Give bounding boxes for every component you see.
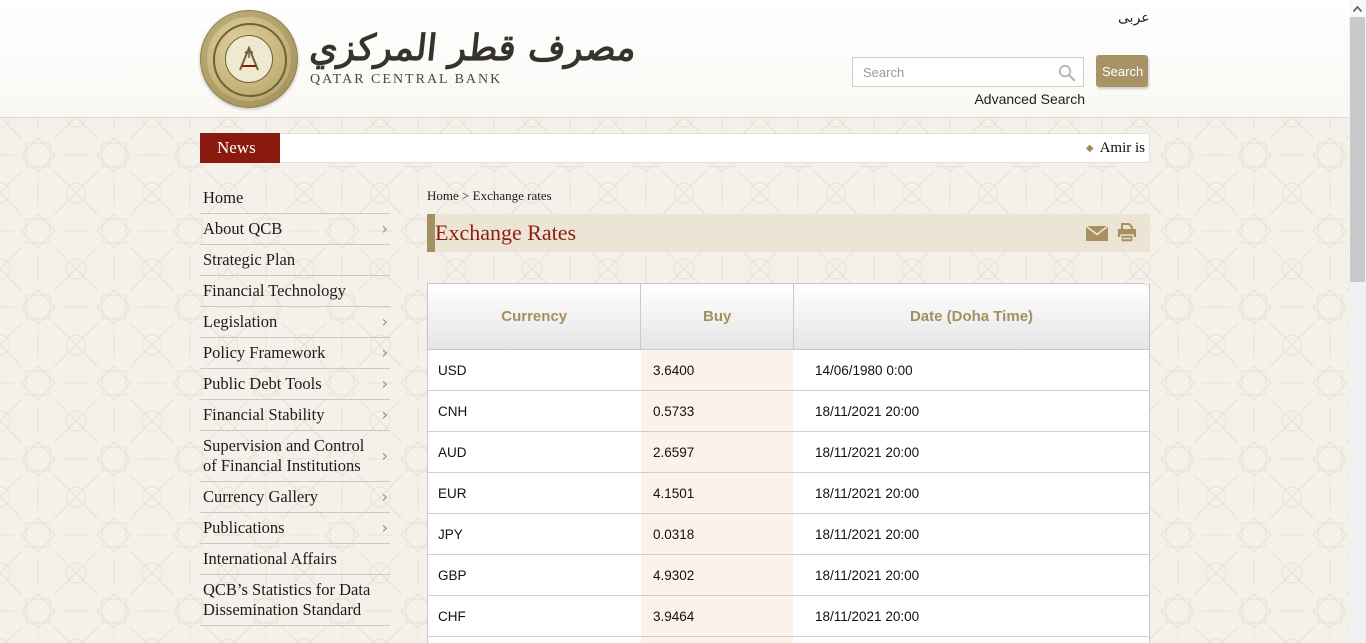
- sidebar-item-public-debt-tools[interactable]: Public Debt Tools ›: [200, 369, 390, 400]
- email-icon[interactable]: [1085, 225, 1109, 242]
- sidebar-item-financial-stability[interactable]: Financial Stability ›: [200, 400, 390, 431]
- news-ticker-item[interactable]: Amir is: [1100, 140, 1145, 157]
- column-header-buy: Buy: [640, 284, 793, 349]
- qcb-seal-icon: [200, 10, 298, 108]
- column-header-date: Date (Doha Time): [793, 284, 1149, 349]
- breadcrumb-home[interactable]: Home: [427, 188, 459, 203]
- site-header: مصرف قطر المركزي QATAR CENTRAL BANK عربى…: [0, 0, 1366, 118]
- bank-name-english: QATAR CENTRAL BANK: [310, 72, 636, 88]
- table-row: GBP 4.9302 18/11/2021 20:00: [428, 555, 1149, 596]
- news-ticker: ◆ Amir is: [280, 133, 1150, 163]
- sidebar-item-supervision[interactable]: Supervision and Control of Financial Ins…: [200, 431, 390, 482]
- search-button[interactable]: Search: [1096, 55, 1148, 87]
- table-row: CNH 0.5733 18/11/2021 20:00: [428, 391, 1149, 432]
- bank-name-arabic: مصرف قطر المركزي: [308, 28, 638, 68]
- chevron-right-icon: ›: [382, 343, 388, 363]
- sidebar-item-home[interactable]: Home: [200, 183, 390, 214]
- qcb-logo[interactable]: مصرف قطر المركزي QATAR CENTRAL BANK: [200, 10, 636, 108]
- chevron-right-icon: ›: [382, 312, 388, 332]
- chevron-right-icon: ›: [382, 446, 388, 466]
- emblem-icon: [236, 44, 262, 74]
- chevron-right-icon: ›: [382, 219, 388, 239]
- breadcrumb-separator: >: [462, 188, 469, 203]
- chevron-right-icon: ›: [382, 374, 388, 394]
- chevron-right-icon: ›: [382, 487, 388, 507]
- page-title-bar: Exchange Rates: [427, 214, 1150, 252]
- search-input[interactable]: [852, 57, 1084, 87]
- table-row: JPY 0.0318 18/11/2021 20:00: [428, 514, 1149, 555]
- table-row: USD 3.6400 14/06/1980 0:00: [428, 350, 1149, 391]
- chevron-right-icon: ›: [382, 518, 388, 538]
- search-icon[interactable]: [1057, 63, 1076, 82]
- sidebar-item-currency-gallery[interactable]: Currency Gallery ›: [200, 482, 390, 513]
- news-label: News: [200, 133, 280, 163]
- exchange-rates-table: Currency Buy Date (Doha Time) USD 3.6400…: [427, 283, 1150, 643]
- table-row-partial: [428, 637, 1149, 643]
- chevron-right-icon: ›: [382, 405, 388, 425]
- table-row: CHF 3.9464 18/11/2021 20:00: [428, 596, 1149, 637]
- qcb-exchange-rates-page: مصرف قطر المركزي QATAR CENTRAL BANK عربى…: [0, 0, 1366, 643]
- sidebar-item-qcb-statistics[interactable]: QCB’s Statistics for Data Dissemination …: [200, 575, 390, 626]
- sidebar-item-about-qcb[interactable]: About QCB ›: [200, 214, 390, 245]
- page-title: Exchange Rates: [435, 220, 576, 246]
- sidebar-item-legislation[interactable]: Legislation ›: [200, 307, 390, 338]
- scroll-up-arrow[interactable]: [1349, 0, 1366, 17]
- sidebar-item-financial-technology[interactable]: Financial Technology: [200, 276, 390, 307]
- sidebar-item-publications[interactable]: Publications ›: [200, 513, 390, 544]
- breadcrumb: Home > Exchange rates: [427, 188, 1150, 204]
- arabic-language-link[interactable]: عربى: [1118, 10, 1150, 26]
- sidebar-item-policy-framework[interactable]: Policy Framework ›: [200, 338, 390, 369]
- sidebar-item-strategic-plan[interactable]: Strategic Plan: [200, 245, 390, 276]
- sidebar-item-international-affairs[interactable]: International Affairs: [200, 544, 390, 575]
- breadcrumb-current: Exchange rates: [473, 188, 552, 203]
- diamond-bullet-icon: ◆: [1086, 143, 1094, 154]
- vertical-scrollbar[interactable]: [1349, 0, 1366, 643]
- main-content: Home > Exchange rates Exchange Rates: [427, 188, 1150, 643]
- title-accent-bar: [427, 214, 435, 252]
- table-row: EUR 4.1501 18/11/2021 20:00: [428, 473, 1149, 514]
- advanced-search-link[interactable]: Advanced Search: [900, 91, 1085, 107]
- news-bar: News ◆ Amir is: [200, 133, 1150, 163]
- table-header-row: Currency Buy Date (Doha Time): [428, 283, 1149, 350]
- search-box: [852, 57, 1084, 87]
- table-row: AUD 2.6597 18/11/2021 20:00: [428, 432, 1149, 473]
- sidebar-nav: Home About QCB › Strategic Plan Financia…: [200, 183, 390, 626]
- print-icon[interactable]: [1116, 223, 1138, 244]
- scrollbar-thumb[interactable]: [1350, 17, 1365, 282]
- column-header-currency: Currency: [428, 284, 640, 349]
